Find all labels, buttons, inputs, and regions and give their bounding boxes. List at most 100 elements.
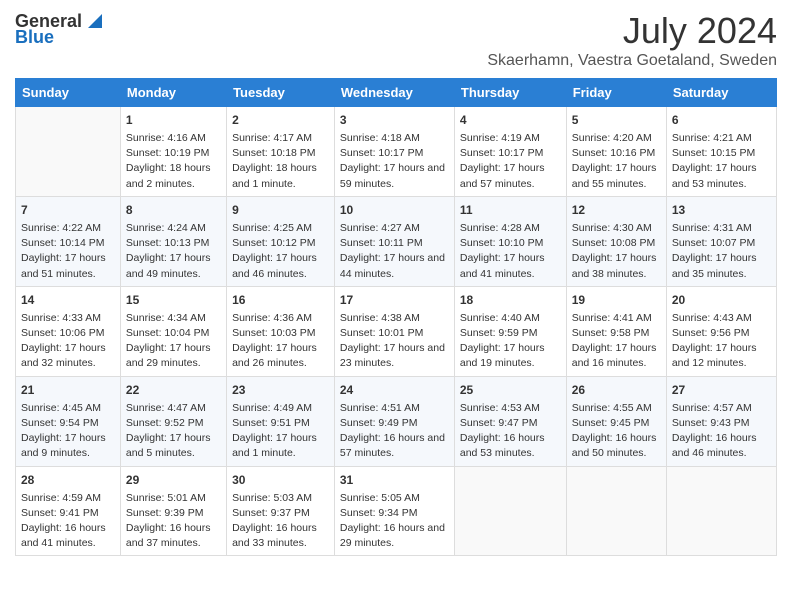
calendar-cell: 24 Sunrise: 4:51 AMSunset: 9:49 PMDayligh…: [334, 376, 454, 466]
day-number: 28: [21, 471, 115, 489]
day-info: Sunrise: 4:57 AMSunset: 9:43 PMDaylight:…: [672, 401, 771, 462]
day-info: Sunrise: 4:41 AMSunset: 9:58 PMDaylight:…: [572, 311, 661, 372]
day-number: 27: [672, 381, 771, 399]
col-header-friday: Friday: [566, 79, 666, 107]
col-header-saturday: Saturday: [666, 79, 776, 107]
col-header-wednesday: Wednesday: [334, 79, 454, 107]
day-info: Sunrise: 4:51 AMSunset: 9:49 PMDaylight:…: [340, 401, 449, 462]
day-info: Sunrise: 4:27 AMSunset: 10:11 PMDaylight…: [340, 221, 449, 282]
day-info: Sunrise: 4:24 AMSunset: 10:13 PMDaylight…: [126, 221, 221, 282]
calendar-cell: 28 Sunrise: 4:59 AMSunset: 9:41 PMDayligh…: [16, 466, 121, 556]
day-info: Sunrise: 4:45 AMSunset: 9:54 PMDaylight:…: [21, 401, 115, 462]
day-number: 8: [126, 201, 221, 219]
calendar-week-row: 14 Sunrise: 4:33 AMSunset: 10:06 PMDaylig…: [16, 286, 777, 376]
day-number: 31: [340, 471, 449, 489]
day-info: Sunrise: 4:53 AMSunset: 9:47 PMDaylight:…: [460, 401, 561, 462]
calendar-cell: [16, 107, 121, 197]
day-info: Sunrise: 5:05 AMSunset: 9:34 PMDaylight:…: [340, 491, 449, 552]
day-number: 20: [672, 291, 771, 309]
page-header: General Blue July 2024 Skaerhamn, Vaestr…: [15, 10, 777, 70]
calendar-header-row: SundayMondayTuesdayWednesdayThursdayFrid…: [16, 79, 777, 107]
calendar-cell: 5 Sunrise: 4:20 AMSunset: 10:16 PMDayligh…: [566, 107, 666, 197]
day-info: Sunrise: 4:20 AMSunset: 10:16 PMDaylight…: [572, 131, 661, 192]
day-info: Sunrise: 4:38 AMSunset: 10:01 PMDaylight…: [340, 311, 449, 372]
calendar-cell: 16Sunrise: 4:36 AMSunset: 10:03 PMDaylig…: [227, 286, 335, 376]
day-number: 23: [232, 381, 329, 399]
day-number: 18: [460, 291, 561, 309]
location-subtitle: Skaerhamn, Vaestra Goetaland, Sweden: [487, 52, 777, 70]
day-info: Sunrise: 4:28 AMSunset: 10:10 PMDaylight…: [460, 221, 561, 282]
calendar-cell: 2 Sunrise: 4:17 AMSunset: 10:18 PMDayligh…: [227, 107, 335, 197]
calendar-cell: 25 Sunrise: 4:53 AMSunset: 9:47 PMDayligh…: [454, 376, 566, 466]
day-number: 15: [126, 291, 221, 309]
day-number: 7: [21, 201, 115, 219]
day-info: Sunrise: 5:01 AMSunset: 9:39 PMDaylight:…: [126, 491, 221, 552]
day-info: Sunrise: 4:40 AMSunset: 9:59 PMDaylight:…: [460, 311, 561, 372]
col-header-sunday: Sunday: [16, 79, 121, 107]
day-number: 5: [572, 111, 661, 129]
calendar-cell: 18 Sunrise: 4:40 AMSunset: 9:59 PMDayligh…: [454, 286, 566, 376]
day-number: 10: [340, 201, 449, 219]
day-info: Sunrise: 4:47 AMSunset: 9:52 PMDaylight:…: [126, 401, 221, 462]
calendar-cell: 9 Sunrise: 4:25 AMSunset: 10:12 PMDayligh…: [227, 196, 335, 286]
calendar-cell: 20 Sunrise: 4:43 AMSunset: 9:56 PMDayligh…: [666, 286, 776, 376]
day-number: 24: [340, 381, 449, 399]
calendar-week-row: 21 Sunrise: 4:45 AMSunset: 9:54 PMDayligh…: [16, 376, 777, 466]
calendar-cell: [566, 466, 666, 556]
title-block: July 2024 Skaerhamn, Vaestra Goetaland, …: [487, 10, 777, 70]
calendar-cell: 15 Sunrise: 4:34 AMSunset: 10:04 PMDaylig…: [120, 286, 226, 376]
calendar-cell: 14 Sunrise: 4:33 AMSunset: 10:06 PMDaylig…: [16, 286, 121, 376]
day-number: 12: [572, 201, 661, 219]
logo-text-blue: Blue: [15, 28, 54, 46]
calendar-cell: 21 Sunrise: 4:45 AMSunset: 9:54 PMDayligh…: [16, 376, 121, 466]
day-number: 19: [572, 291, 661, 309]
month-year-title: July 2024: [487, 10, 777, 52]
day-info: Sunrise: 4:34 AMSunset: 10:04 PMDaylight…: [126, 311, 221, 372]
calendar-cell: 30Sunrise: 5:03 AMSunset: 9:37 PMDayligh…: [227, 466, 335, 556]
day-info: Sunrise: 5:03 AMSunset: 9:37 PMDaylight:…: [232, 491, 329, 552]
calendar-cell: 17Sunrise: 4:38 AMSunset: 10:01 PMDaylig…: [334, 286, 454, 376]
day-info: Sunrise: 4:59 AMSunset: 9:41 PMDaylight:…: [21, 491, 115, 552]
logo: General Blue: [15, 10, 106, 46]
day-info: Sunrise: 4:21 AMSunset: 10:15 PMDaylight…: [672, 131, 771, 192]
day-number: 29: [126, 471, 221, 489]
day-info: Sunrise: 4:31 AMSunset: 10:07 PMDaylight…: [672, 221, 771, 282]
calendar-cell: 13Sunrise: 4:31 AMSunset: 10:07 PMDaylig…: [666, 196, 776, 286]
calendar-cell: 29 Sunrise: 5:01 AMSunset: 9:39 PMDayligh…: [120, 466, 226, 556]
day-number: 25: [460, 381, 561, 399]
logo-triangle-icon: [84, 10, 106, 32]
calendar-cell: 1Sunrise: 4:16 AMSunset: 10:19 PMDayligh…: [120, 107, 226, 197]
day-info: Sunrise: 4:17 AMSunset: 10:18 PMDaylight…: [232, 131, 329, 192]
day-info: Sunrise: 4:18 AMSunset: 10:17 PMDaylight…: [340, 131, 449, 192]
day-info: Sunrise: 4:25 AMSunset: 10:12 PMDaylight…: [232, 221, 329, 282]
day-number: 6: [672, 111, 771, 129]
day-info: Sunrise: 4:33 AMSunset: 10:06 PMDaylight…: [21, 311, 115, 372]
calendar-cell: 23 Sunrise: 4:49 AMSunset: 9:51 PMDayligh…: [227, 376, 335, 466]
calendar-cell: 4Sunrise: 4:19 AMSunset: 10:17 PMDayligh…: [454, 107, 566, 197]
calendar-cell: 22 Sunrise: 4:47 AMSunset: 9:52 PMDayligh…: [120, 376, 226, 466]
day-number: 9: [232, 201, 329, 219]
calendar-cell: 19 Sunrise: 4:41 AMSunset: 9:58 PMDayligh…: [566, 286, 666, 376]
day-number: 14: [21, 291, 115, 309]
day-info: Sunrise: 4:49 AMSunset: 9:51 PMDaylight:…: [232, 401, 329, 462]
day-number: 26: [572, 381, 661, 399]
calendar-cell: 10 Sunrise: 4:27 AMSunset: 10:11 PMDaylig…: [334, 196, 454, 286]
calendar-week-row: 28 Sunrise: 4:59 AMSunset: 9:41 PMDayligh…: [16, 466, 777, 556]
day-info: Sunrise: 4:22 AMSunset: 10:14 PMDaylight…: [21, 221, 115, 282]
col-header-tuesday: Tuesday: [227, 79, 335, 107]
calendar-table: SundayMondayTuesdayWednesdayThursdayFrid…: [15, 78, 777, 556]
day-info: Sunrise: 4:43 AMSunset: 9:56 PMDaylight:…: [672, 311, 771, 372]
day-info: Sunrise: 4:19 AMSunset: 10:17 PMDaylight…: [460, 131, 561, 192]
day-number: 2: [232, 111, 329, 129]
day-number: 21: [21, 381, 115, 399]
day-number: 22: [126, 381, 221, 399]
calendar-cell: 8 Sunrise: 4:24 AMSunset: 10:13 PMDayligh…: [120, 196, 226, 286]
calendar-cell: 7 Sunrise: 4:22 AMSunset: 10:14 PMDayligh…: [16, 196, 121, 286]
calendar-cell: 6 Sunrise: 4:21 AMSunset: 10:15 PMDayligh…: [666, 107, 776, 197]
day-number: 3: [340, 111, 449, 129]
col-header-thursday: Thursday: [454, 79, 566, 107]
calendar-cell: [666, 466, 776, 556]
day-info: Sunrise: 4:30 AMSunset: 10:08 PMDaylight…: [572, 221, 661, 282]
calendar-week-row: 7 Sunrise: 4:22 AMSunset: 10:14 PMDayligh…: [16, 196, 777, 286]
col-header-monday: Monday: [120, 79, 226, 107]
